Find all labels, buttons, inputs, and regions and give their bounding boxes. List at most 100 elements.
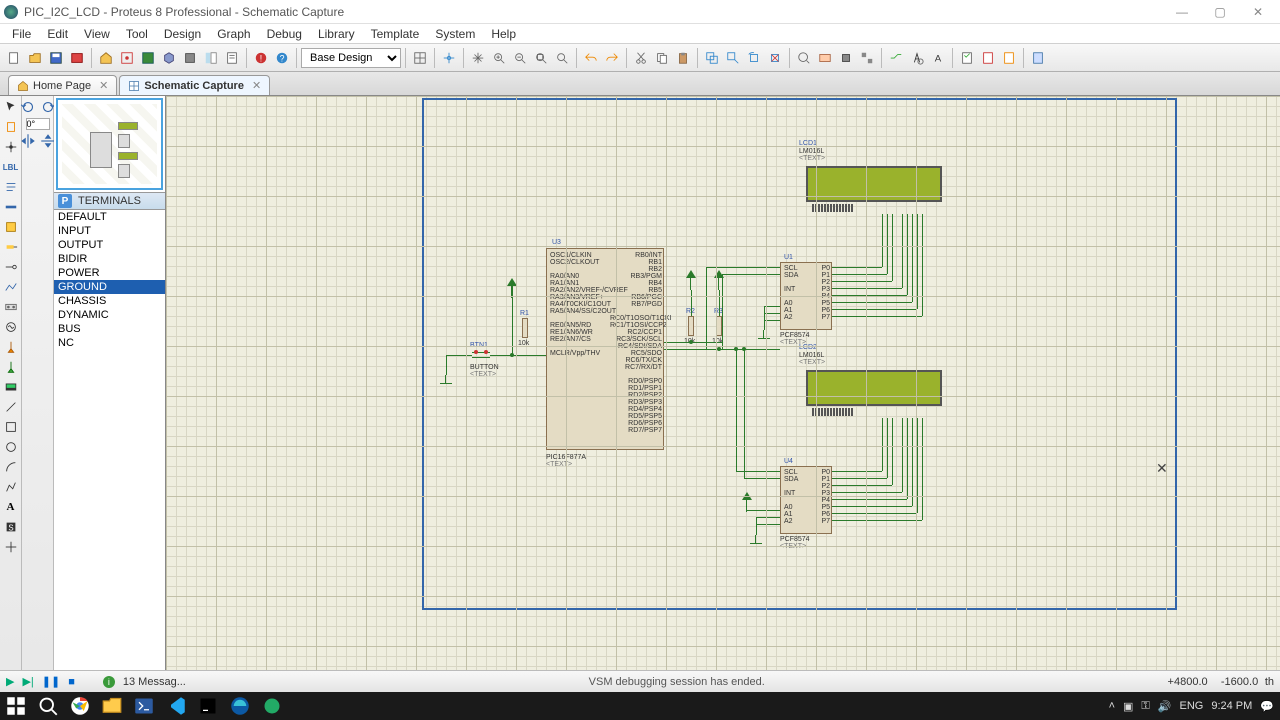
close-button[interactable]: ✕	[1240, 1, 1276, 23]
symbol-2d-icon[interactable]: S	[2, 518, 20, 536]
generator-mode-icon[interactable]	[2, 318, 20, 336]
vscode-icon[interactable]	[166, 696, 186, 716]
origin-icon[interactable]	[439, 48, 459, 68]
pause-button[interactable]: ❚❚	[42, 675, 60, 688]
save-icon[interactable]	[46, 48, 66, 68]
volume-icon[interactable]: 🔊	[1158, 700, 1172, 713]
current-probe-icon[interactable]	[2, 358, 20, 376]
notifications-icon[interactable]: 💬	[1260, 700, 1274, 713]
term-default[interactable]: DEFAULT	[54, 210, 165, 224]
term-input[interactable]: INPUT	[54, 224, 165, 238]
stop-button[interactable]: ■	[68, 676, 75, 688]
tray-app-icon[interactable]: ▣	[1123, 700, 1133, 713]
copy-icon[interactable]	[652, 48, 672, 68]
lcd2[interactable]	[806, 370, 942, 406]
unplaced-marker[interactable]: ✕	[1156, 460, 1168, 477]
term-dynamic[interactable]: DYNAMIC	[54, 308, 165, 322]
open-icon[interactable]	[25, 48, 45, 68]
menu-design[interactable]: Design	[158, 25, 207, 43]
zoom-out-icon[interactable]	[510, 48, 530, 68]
paste-icon[interactable]	[673, 48, 693, 68]
undo-icon[interactable]	[581, 48, 601, 68]
block-rotate-icon[interactable]	[744, 48, 764, 68]
path-2d-icon[interactable]	[2, 478, 20, 496]
menu-view[interactable]: View	[78, 25, 116, 43]
terminals-list[interactable]: DEFAULT INPUT OUTPUT BIDIR POWER GROUND …	[54, 210, 165, 670]
menu-debug[interactable]: Debug	[261, 25, 308, 43]
pan-icon[interactable]	[468, 48, 488, 68]
btn1[interactable]	[472, 352, 490, 364]
help-icon[interactable]: ?	[272, 48, 292, 68]
term-chassis[interactable]: CHASSIS	[54, 294, 165, 308]
new-icon[interactable]	[4, 48, 24, 68]
tab-home-close-icon[interactable]: ✕	[99, 79, 108, 92]
zoom-all-icon[interactable]	[531, 48, 551, 68]
wire-autoroute-icon[interactable]	[886, 48, 906, 68]
maximize-button[interactable]: ▢	[1202, 1, 1238, 23]
text-script-icon[interactable]	[2, 178, 20, 196]
canvas[interactable]: U3 PIC16F877A <TEXT> OSC1/CLKINOSC2/CLKO…	[166, 96, 1280, 670]
gerber-icon[interactable]	[180, 48, 200, 68]
cut-icon[interactable]	[631, 48, 651, 68]
voltage-probe-icon[interactable]	[2, 338, 20, 356]
menu-library[interactable]: Library	[312, 25, 361, 43]
messages-icon[interactable]: i	[103, 676, 115, 688]
lcd1[interactable]	[806, 166, 942, 202]
decompose-icon[interactable]	[857, 48, 877, 68]
step-button[interactable]: ▶|	[22, 675, 33, 688]
term-bidir[interactable]: BIDIR	[54, 252, 165, 266]
term-output[interactable]: OUTPUT	[54, 238, 165, 252]
block-copy-icon[interactable]	[702, 48, 722, 68]
component-mode-icon[interactable]	[2, 118, 20, 136]
system-tray[interactable]: ˄ ▣ ⚿ 🔊 ENG 9:24 PM 💬	[1109, 700, 1274, 713]
r2[interactable]	[688, 316, 694, 336]
tab-schematic-close-icon[interactable]: ✕	[252, 79, 261, 92]
arc-2d-icon[interactable]	[2, 458, 20, 476]
close-project-icon[interactable]	[67, 48, 87, 68]
label-mode-icon[interactable]: LBL	[2, 158, 20, 176]
design-variant-combo[interactable]: Base Design	[301, 48, 401, 68]
edge-icon[interactable]	[230, 696, 250, 716]
menu-graph[interactable]: Graph	[211, 25, 256, 43]
wifi-icon[interactable]: ⚿	[1141, 700, 1149, 713]
term-bus[interactable]: BUS	[54, 322, 165, 336]
pick-icon[interactable]	[794, 48, 814, 68]
tab-schematic[interactable]: Schematic Capture ✕	[119, 75, 270, 95]
messages-label[interactable]: 13 Messag...	[123, 676, 186, 688]
box-2d-icon[interactable]	[2, 418, 20, 436]
block-delete-icon[interactable]	[765, 48, 785, 68]
menu-file[interactable]: File	[6, 25, 37, 43]
3d-icon[interactable]	[159, 48, 179, 68]
zoom-in-icon[interactable]	[489, 48, 509, 68]
term-ground[interactable]: GROUND	[54, 280, 165, 294]
minimize-button[interactable]: —	[1164, 1, 1200, 23]
library-icon[interactable]	[815, 48, 835, 68]
erc-icon[interactable]	[957, 48, 977, 68]
menu-tool[interactable]: Tool	[120, 25, 154, 43]
block-move-icon[interactable]	[723, 48, 743, 68]
clock[interactable]: 9:24 PM	[1211, 700, 1252, 712]
selection-mode-icon[interactable]	[2, 98, 20, 116]
cortana-search-icon[interactable]	[38, 696, 58, 716]
search-text-icon[interactable]	[907, 48, 927, 68]
term-nc[interactable]: NC	[54, 336, 165, 350]
menu-edit[interactable]: Edit	[41, 25, 74, 43]
p-icon[interactable]: P	[58, 194, 72, 208]
circle-2d-icon[interactable]	[2, 438, 20, 456]
junction-mode-icon[interactable]	[2, 138, 20, 156]
text-2d-icon[interactable]: A	[2, 498, 20, 516]
home-icon[interactable]	[96, 48, 116, 68]
property-assign-icon[interactable]: A	[928, 48, 948, 68]
marker-2d-icon[interactable]	[2, 538, 20, 556]
proteus-task-icon[interactable]	[262, 696, 282, 716]
rotate-ccw-icon[interactable]	[19, 98, 37, 116]
redo-icon[interactable]	[602, 48, 622, 68]
package-icon[interactable]	[836, 48, 856, 68]
play-button[interactable]: ▶	[6, 675, 14, 688]
bus-mode-icon[interactable]	[2, 198, 20, 216]
rotation-input[interactable]	[26, 118, 50, 130]
r1[interactable]	[522, 318, 528, 338]
powershell-icon[interactable]	[134, 696, 154, 716]
design-explorer-icon[interactable]	[201, 48, 221, 68]
idea-icon[interactable]	[198, 696, 218, 716]
